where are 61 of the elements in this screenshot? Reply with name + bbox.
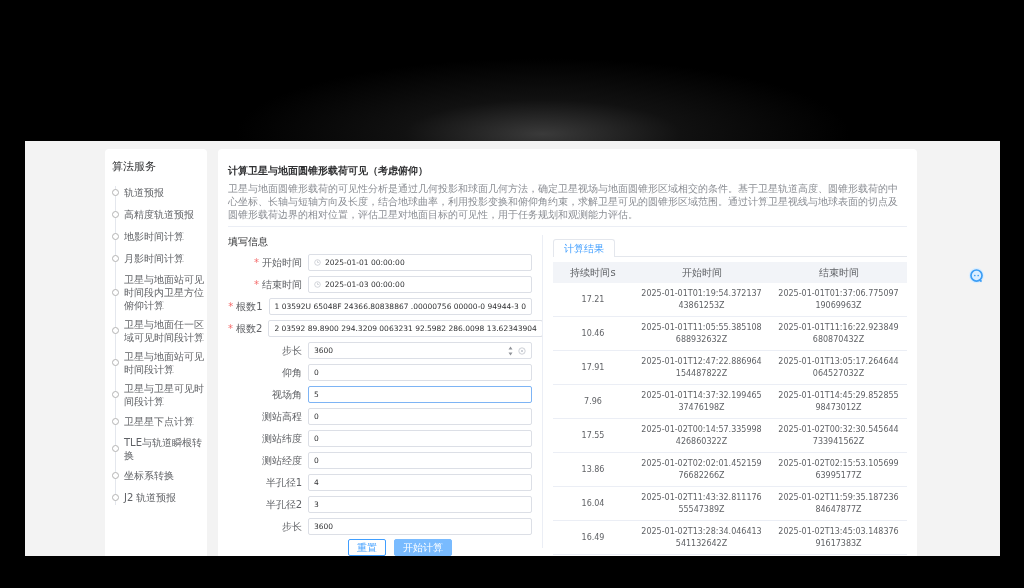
field-label: * 根数1 <box>228 300 264 314</box>
table-cell-text: 2025-01-02T00:32:30.545644 733941562Z <box>777 423 900 448</box>
table-cell-text: 7.96 <box>583 395 603 408</box>
sidebar-item[interactable]: TLE与轨道瞬根转换 <box>124 435 204 462</box>
column-header: 开始时间 <box>680 266 723 280</box>
table-cell-text: 10.46 <box>580 327 606 340</box>
field-label: 测站高程 <box>261 410 303 424</box>
sidebar-item[interactable]: 地影时间计算 <box>124 230 184 243</box>
table-cell-text: 2025-01-01T11:16:22.923849 680870432Z <box>777 321 900 346</box>
column-header: 结束时间 <box>817 266 860 280</box>
table-cell-text: 2025-01-02T11:59:35.187236 84647877Z <box>777 491 900 516</box>
table-cell-text: 2025-01-01T14:45:29.852855 98473012Z <box>777 389 900 414</box>
sidebar-title: 算法服务 <box>112 159 157 175</box>
table-cell-text: 2025-01-01T14:37:32.199465 37476198Z <box>640 389 763 414</box>
column-header: 持续时间s <box>569 266 617 280</box>
table-cell-text: 2025-01-02T11:43:32.811176 55547389Z <box>640 491 763 516</box>
field-label: 测站纬度 <box>261 432 303 446</box>
field-label: * 根数2 <box>228 322 264 336</box>
table-cell-text: 16.04 <box>580 497 606 510</box>
field-label: 半孔径1 <box>264 476 303 490</box>
table-cell-text: 17.55 <box>580 429 606 442</box>
table-cell-text: 16.49 <box>580 531 606 544</box>
sidebar-item[interactable]: 高精度轨道预报 <box>124 208 194 221</box>
field-label: 测站经度 <box>261 454 303 468</box>
field-label: 仰角 <box>281 366 303 380</box>
table-cell-text: 2025-01-01T11:05:55.385108 688932632Z <box>640 321 763 346</box>
field-label: * 结束时间 <box>253 278 303 292</box>
field-label: * 开始时间 <box>253 256 303 270</box>
table-cell-text: 2025-01-01T01:37:06.775097 19069963Z <box>777 287 900 312</box>
clock-icon <box>314 259 321 266</box>
form-title: 填写信息 <box>228 235 269 249</box>
chat-bubble-icon[interactable] <box>968 267 985 284</box>
sidebar-item[interactable]: 卫星与地面任一区域可见时间段计算 <box>124 317 204 344</box>
sidebar-item[interactable]: 卫星与地面站可见时间段计算 <box>124 349 204 376</box>
table-cell-text: 2025-01-01T12:47:22.886964 154487822Z <box>640 355 763 380</box>
sidebar-item[interactable]: 轨道预报 <box>124 186 164 199</box>
clock-icon <box>314 281 321 288</box>
table-cell-text: 2025-01-02T13:28:34.046413 541132642Z <box>640 525 763 550</box>
sidebar-item[interactable]: 月影时间计算 <box>124 252 184 265</box>
page-title: 计算卫星与地面圆锥形载荷可见（考虑俯仰） <box>228 164 429 178</box>
field-label: 步长 <box>281 344 303 358</box>
table-cell-text: 2025-01-02T00:14:57.335998 426860322Z <box>640 423 763 448</box>
sidebar-item[interactable]: J2 轨道预报 <box>124 491 177 504</box>
table-cell-text: 2025-01-02T02:02:01.452159 76682266Z <box>640 457 763 482</box>
clear-icon[interactable] <box>518 346 526 355</box>
table-cell-text: 2025-01-02T02:15:53.105699 63995177Z <box>777 457 900 482</box>
sidebar-item[interactable]: 卫星与地面站可见时间段内卫星方位俯仰计算 <box>124 272 204 312</box>
field-label: 视场角 <box>271 388 303 402</box>
table-cell-text: 17.21 <box>580 293 606 306</box>
sidebar-item[interactable]: 卫星星下点计算 <box>124 415 194 428</box>
field-label: 步长 <box>281 520 303 534</box>
sidebar-item[interactable]: 坐标系转换 <box>124 469 174 482</box>
field-label: 半孔径2 <box>264 498 303 512</box>
spinner-arrows-icon[interactable] <box>508 345 513 356</box>
page-description: 卫星与地面圆锥形载荷的可见性分析是通过几何投影和球面几何方法，确定卫星视场与地面圆锥形区域相交的条件。基于卫星轨道高度、圆锥形载荷的中心坐标、长轴与短轴方向及长度，结合地球曲率，利用投影变换和俯仰角约束，求解卫星可见的圆锥形区域范围。通过计算卫星视线与地球表面的切点及圆锥形载荷边界的相对位置，评估卫星对地面目标的可见性，用于任务规划和观测能力评估。 <box>228 182 907 227</box>
sidebar-item[interactable]: 卫星与卫星可见时间段计算 <box>124 381 204 408</box>
table-cell-text: 2025-01-02T13:45:03.148376 91617383Z <box>777 525 900 550</box>
table-cell-text: 2025-01-01T13:05:17.264644 064527032Z <box>777 355 900 380</box>
table-cell-text: 17.91 <box>580 361 606 374</box>
table-cell-text: 13.86 <box>580 463 606 476</box>
table-cell-text: 2025-01-01T01:19:54.372137 43861253Z <box>640 287 763 312</box>
